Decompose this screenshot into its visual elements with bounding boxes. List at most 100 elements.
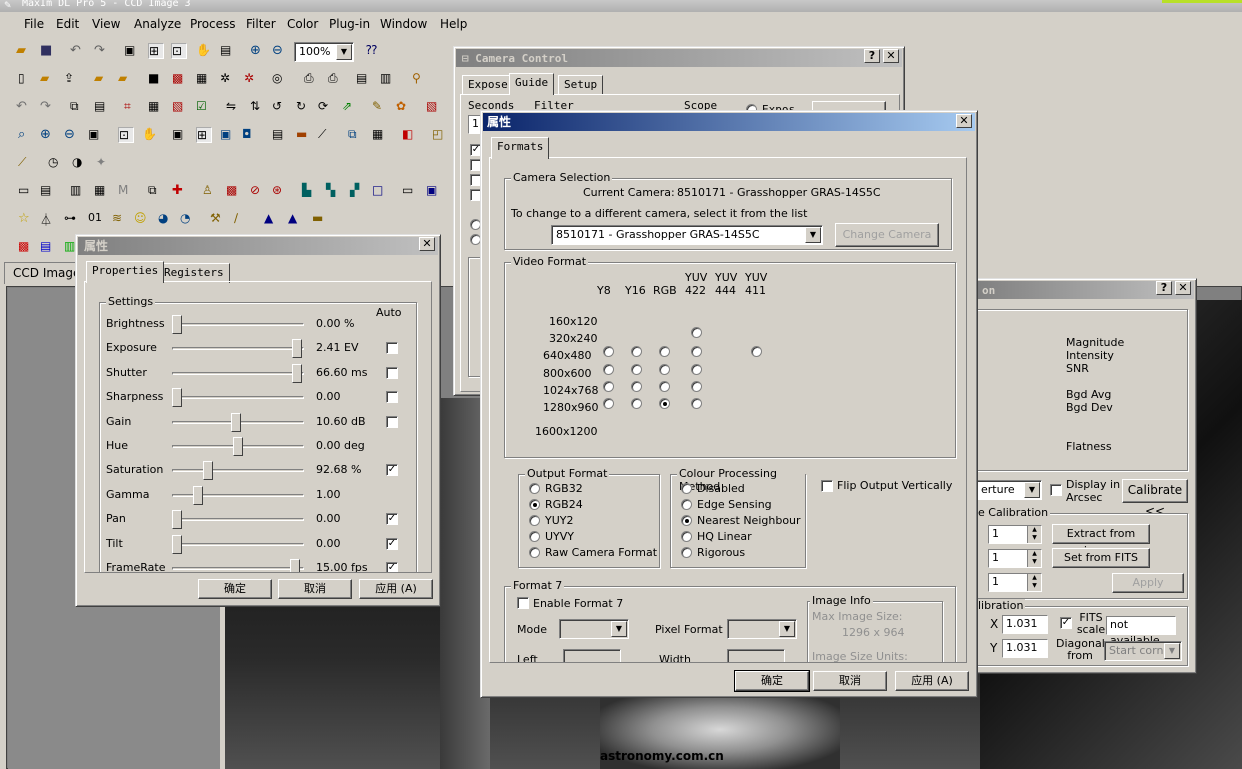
hist-icon[interactable]: ▦ (94, 183, 110, 199)
slider-thumb[interactable] (172, 388, 182, 408)
properties-cancel-button[interactable]: 取消 (278, 579, 352, 599)
rotate-icon[interactable]: ⟳ (318, 99, 334, 115)
copy-icon[interactable]: ⧉ (70, 99, 86, 115)
crop-icon[interactable]: ⌗ (124, 99, 140, 115)
col-opts-radio[interactable] (681, 483, 692, 494)
setting-slider[interactable] (172, 567, 304, 570)
zoom-out2-icon[interactable]: ⊖ (64, 127, 80, 143)
print-preview-icon[interactable]: ⎙ (328, 71, 344, 87)
formats-close-button[interactable]: ✕ (956, 114, 972, 128)
resize-icon[interactable]: ▧ (172, 99, 188, 115)
spinner-arrows-icon[interactable]: ▲ ▼ (1027, 574, 1041, 591)
doc-icon[interactable]: ▥ (70, 183, 86, 199)
filter-icon[interactable]: ✿ (396, 99, 412, 115)
video-format-radio[interactable] (659, 398, 670, 409)
screen2-icon[interactable]: ◘ (242, 127, 258, 143)
tab-setup[interactable]: Setup (558, 75, 604, 95)
video-format-radio[interactable] (659, 381, 670, 392)
folder2-icon[interactable]: ▰ (94, 71, 110, 87)
chevron-down-icon[interactable]: ▼ (1024, 482, 1040, 498)
stack-icon[interactable]: ▧ (426, 99, 442, 115)
center2-icon[interactable]: ⊡ (118, 127, 134, 143)
setting-auto-check[interactable]: ✓ (386, 464, 398, 477)
star-icon[interactable]: ✦ (96, 155, 112, 171)
color1-icon[interactable]: ▩ (18, 239, 34, 255)
setting-slider[interactable] (172, 396, 304, 400)
import-icon[interactable]: ⇪ (64, 71, 80, 87)
find-icon[interactable]: ⌕ (18, 127, 34, 143)
fft-icon[interactable]: ⊘ (250, 183, 266, 199)
waves-icon[interactable]: ≋ (112, 211, 128, 227)
menu-analyze[interactable]: Analyze (134, 17, 181, 31)
video-format-radio[interactable] (631, 346, 642, 357)
out-opts-radio[interactable] (529, 547, 540, 558)
setting-slider[interactable] (172, 347, 304, 351)
image-icon[interactable]: ▣ (124, 43, 140, 59)
col-opts-radio[interactable] (681, 547, 692, 558)
scan-icon[interactable]: ◎ (272, 71, 288, 87)
slider-thumb[interactable] (172, 510, 182, 530)
menu-help[interactable]: Help (440, 17, 467, 31)
slider-thumb[interactable] (291, 339, 302, 359)
chevron-down-icon[interactable]: ▼ (336, 44, 352, 60)
info-close-button[interactable]: ✕ (1175, 281, 1191, 295)
setting-auto-check[interactable] (386, 391, 398, 404)
info-help-button[interactable]: ? (1156, 281, 1172, 295)
zoom-select[interactable]: 100% ▼ (294, 42, 354, 62)
properties-close-button[interactable]: ✕ (419, 237, 435, 251)
mount-icon[interactable]: ▲ (264, 211, 280, 227)
counter-icon[interactable]: 01 (88, 211, 104, 227)
tool-icon[interactable]: ⚒ (210, 211, 226, 227)
camera-icon[interactable]: ▤ (272, 127, 288, 143)
col-opts-radio[interactable] (681, 531, 692, 542)
ruler2-icon[interactable]: ▬ (312, 211, 328, 227)
camera-select[interactable]: 8510171 - Grasshopper GRAS-14S5C ▼ (551, 225, 823, 245)
width-input[interactable] (727, 649, 785, 662)
start-corner-select[interactable]: Start corner ▼ (1104, 641, 1182, 661)
video-format-radio[interactable] (691, 346, 702, 357)
col-opts-radio[interactable] (681, 499, 692, 510)
menu-file[interactable]: File (24, 17, 44, 31)
setting-slider[interactable] (172, 518, 304, 522)
info-mode-select[interactable]: erture ▼ (976, 480, 1042, 500)
menu-view[interactable]: View (92, 17, 120, 31)
spinner-arrows-icon[interactable]: ▲ ▼ (1027, 550, 1041, 567)
levels-icon[interactable]: ▤ (40, 183, 56, 199)
crosshair-icon[interactable]: ⊞ (148, 43, 164, 59)
batch-icon[interactable]: ✲ (220, 71, 236, 87)
line-icon[interactable]: ⟋ (18, 155, 34, 171)
open-icon[interactable]: ▰ (16, 43, 32, 59)
setting-auto-check[interactable]: ✓ (386, 513, 398, 526)
tab-properties[interactable]: Properties (86, 261, 165, 283)
ruler-icon[interactable]: ▭ (18, 183, 34, 199)
hand2-icon[interactable]: ✋ (142, 127, 158, 143)
left-input[interactable] (563, 649, 621, 662)
pixel-format-select[interactable]: ▼ (727, 619, 797, 639)
tab-expose[interactable]: Expose (462, 75, 514, 95)
fits-scale-check[interactable]: ✓ (1060, 617, 1072, 629)
screen-icon[interactable]: ▣ (220, 127, 236, 143)
plus-icon[interactable]: ✚ (172, 183, 188, 199)
new-doc-icon[interactable]: ▯ (18, 71, 34, 87)
video-format-radio[interactable] (603, 346, 614, 357)
windows-icon[interactable]: ⧉ (348, 127, 364, 143)
walker-icon[interactable]: ⚲ (412, 71, 428, 87)
mount2-icon[interactable]: ▲ (288, 211, 304, 227)
enable-format7-check[interactable] (517, 597, 529, 609)
video-format-radio[interactable] (603, 381, 614, 392)
grid-icon[interactable]: ▦ (372, 127, 388, 143)
check-icon[interactable]: ☑ (196, 99, 212, 115)
video-format-radio[interactable] (691, 364, 702, 375)
x-input[interactable]: 1.031 (1002, 615, 1048, 634)
slider-thumb[interactable] (290, 559, 301, 572)
setting-auto-check[interactable] (386, 415, 398, 428)
align3-icon[interactable]: ▞ (350, 183, 366, 199)
slider-thumb[interactable] (172, 534, 182, 554)
save2-icon[interactable]: ■ (148, 71, 164, 87)
open-folder-icon[interactable]: ▰ (40, 71, 56, 87)
center-icon[interactable]: ⊡ (171, 43, 187, 59)
undo2-icon[interactable]: ↶ (16, 99, 32, 115)
fft2-icon[interactable]: ⊛ (272, 183, 288, 199)
crosshair2-icon[interactable]: ⊞ (196, 127, 212, 143)
flip-output-check[interactable] (821, 480, 833, 492)
